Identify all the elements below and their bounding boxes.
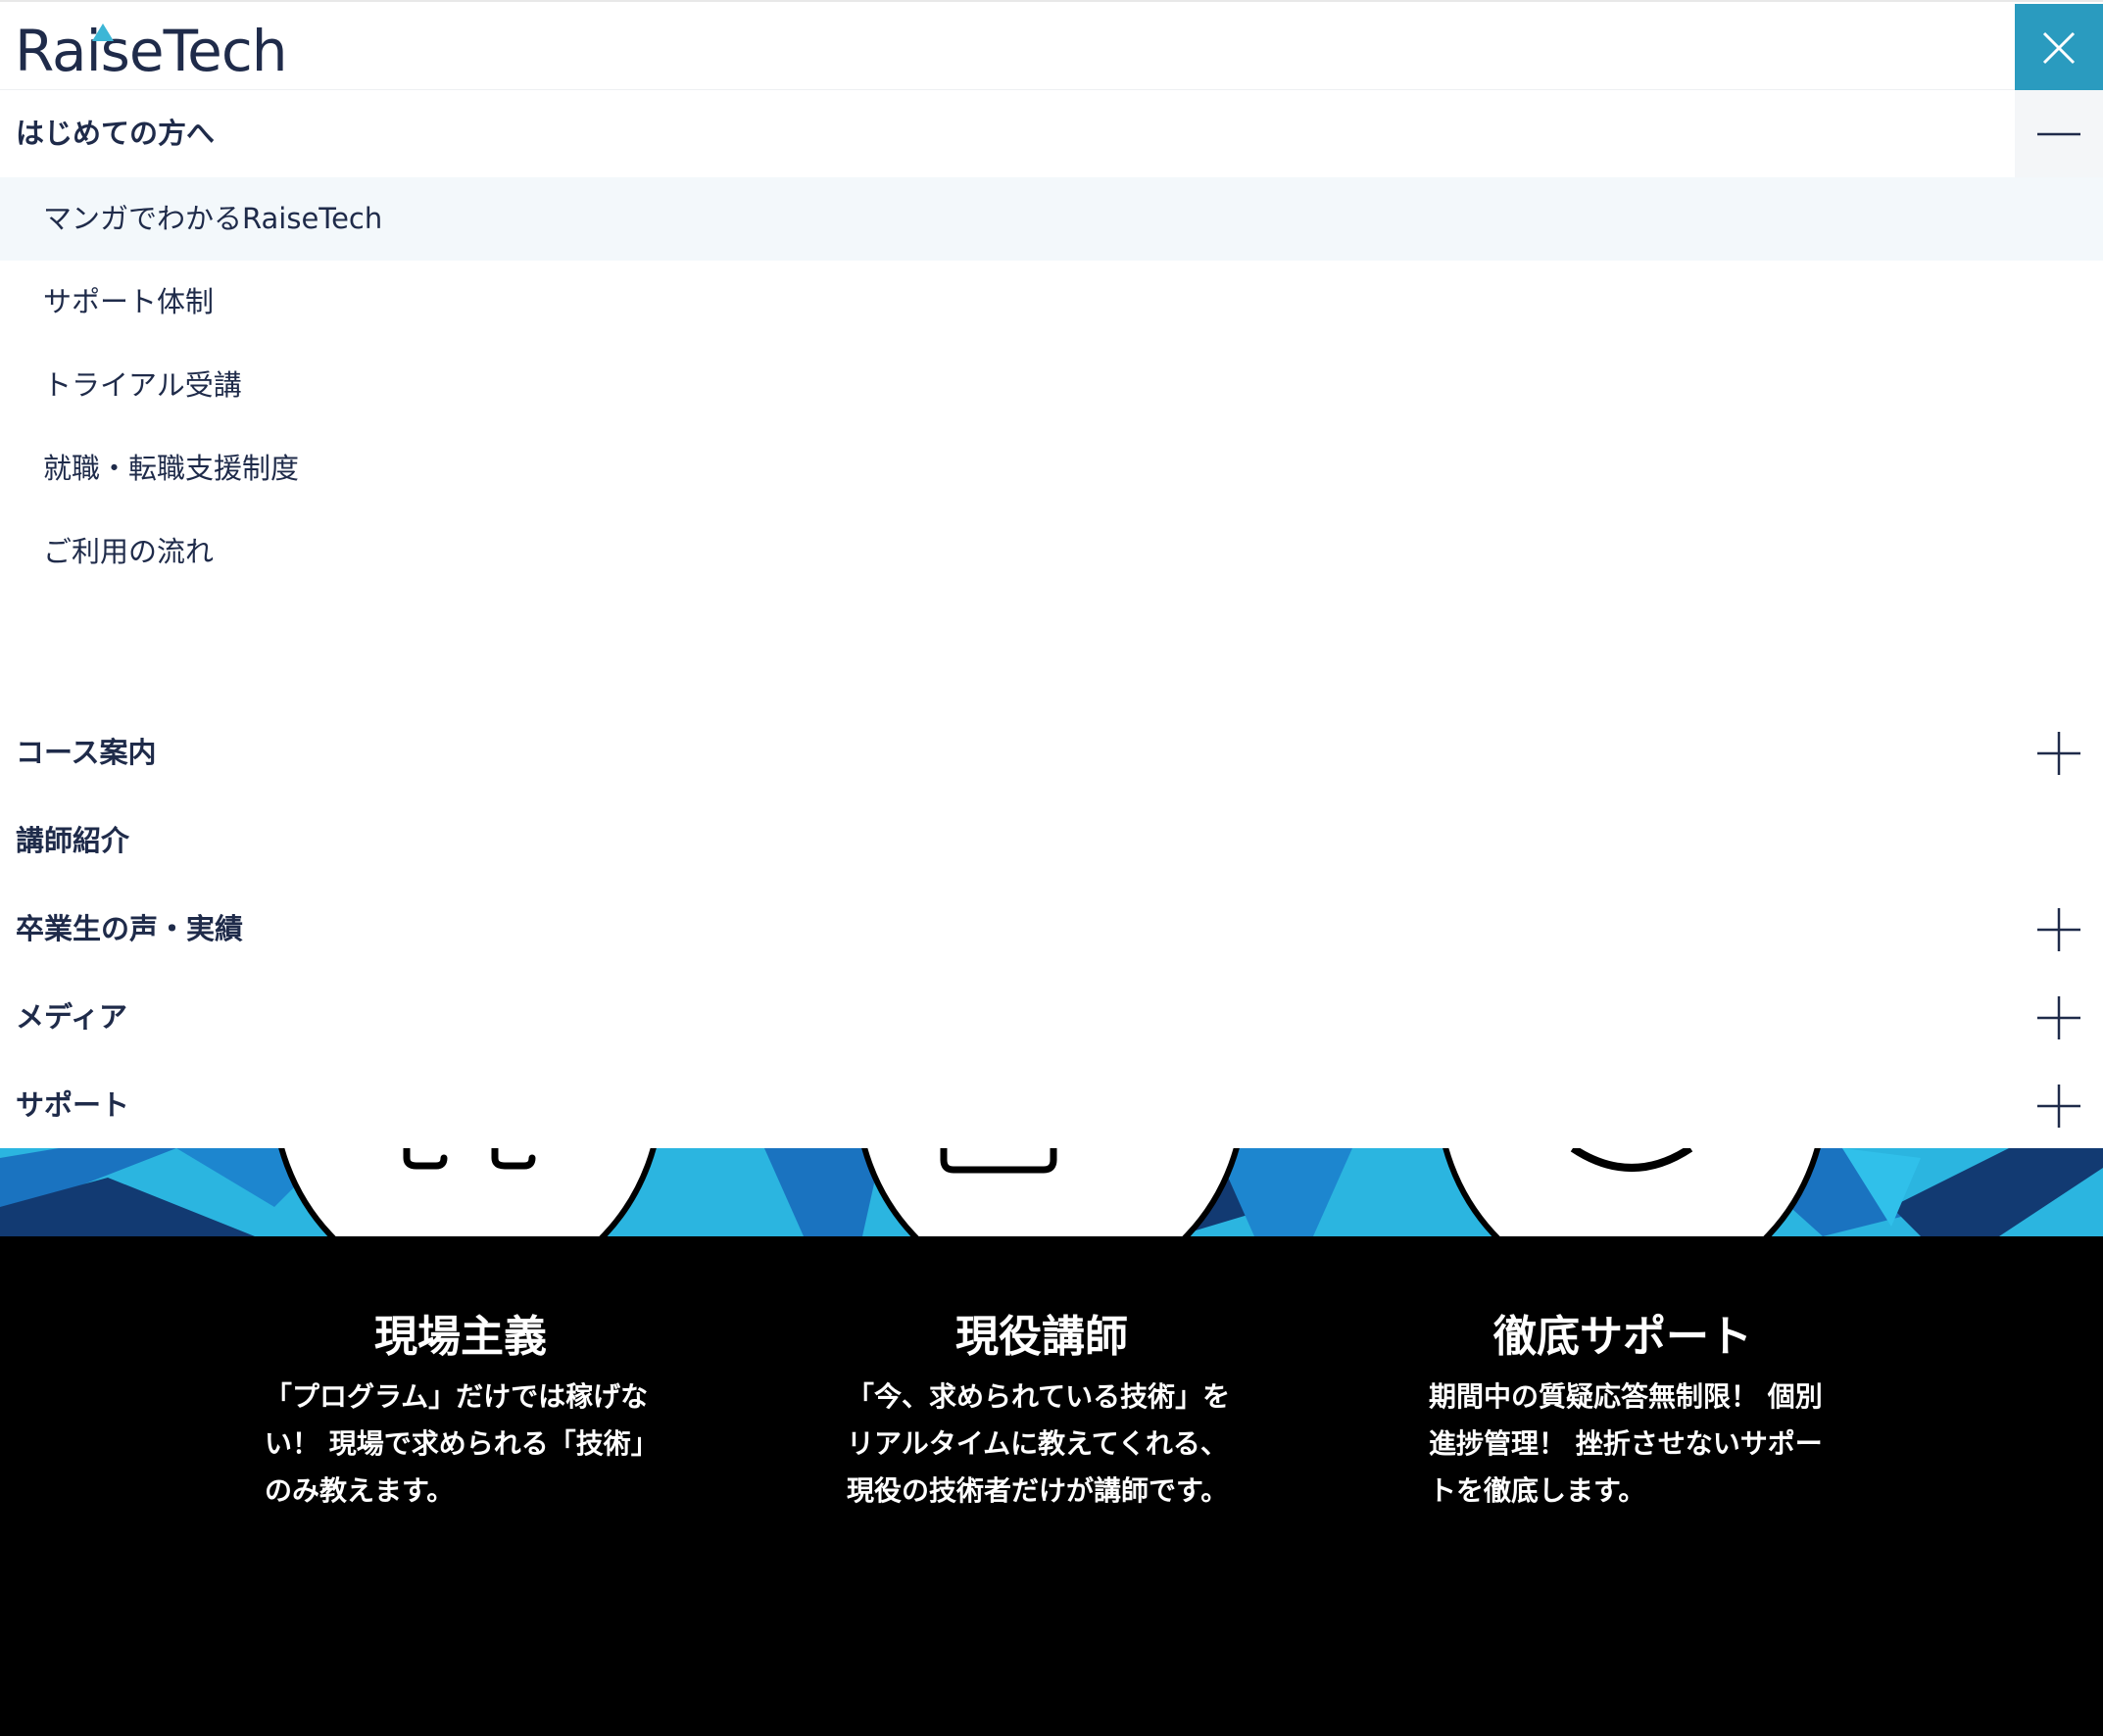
menu-section-courses[interactable]: コース案内 [0, 709, 2103, 796]
menu-section-label: コース案内 [16, 736, 157, 769]
menu-section-graduates[interactable]: 卒業生の声・実績 [0, 886, 2103, 973]
submenu-item-manga[interactable]: マンガでわかるRaiseTech [0, 177, 2103, 261]
menu-section-beginners[interactable]: はじめての方へ [0, 90, 2103, 177]
submenu-item-usage-flow[interactable]: ご利用の流れ [0, 510, 2103, 594]
submenu-item-career-support[interactable]: 就職・転職支援制度 [0, 427, 2103, 510]
feature-description: 「プログラム」だけでは稼げない！ 現場で求められる「技術」のみ教えます。 [265, 1380, 659, 1507]
feature-description: 「今、求められている技術」をリアルタイムに教えてくれる、現役の技術者だけが講師で… [847, 1380, 1231, 1507]
expand-toggle[interactable] [2015, 974, 2103, 1061]
menu-section-media[interactable]: メディア [0, 974, 2103, 1061]
feature-description: 期間中の質疑応答無制限！ 個別進捗管理！ 挫折させないサポートを徹底します。 [1429, 1380, 1823, 1507]
menu-section-label: メディア [16, 1000, 127, 1034]
menu-section-label: はじめての方へ [16, 117, 216, 150]
minus-icon [2037, 132, 2080, 135]
submenu-item-label: ご利用の流れ [43, 535, 215, 568]
submenu-item-label: トライアル受講 [43, 368, 242, 402]
menu-section-support[interactable]: サポート [0, 1062, 2103, 1149]
menu-section-label: 講師紹介 [16, 824, 130, 857]
plus-icon [2037, 907, 2080, 951]
submenu-item-label: 就職・転職支援制度 [43, 452, 300, 485]
menu-section-instructors[interactable]: 講師紹介 [0, 797, 2103, 885]
menu-section-label: サポート [16, 1088, 130, 1122]
plus-icon [2037, 995, 2080, 1039]
site-header: RaiseTech [0, 0, 2103, 92]
submenu-item-label: マンガでわかるRaiseTech [43, 202, 383, 235]
plus-icon [2037, 1084, 2080, 1128]
hero-banner [0, 1148, 2103, 1236]
features-section: 現場主義 「プログラム」だけでは稼げない！ 現場で求められる「技術」のみ教えます… [0, 1236, 2103, 1736]
expand-toggle[interactable] [2015, 886, 2103, 973]
expand-toggle[interactable] [2015, 709, 2103, 796]
nav-menu: はじめての方へ マンガでわかるRaiseTech サポート体制 トライアル受講 … [0, 90, 2103, 1148]
collapse-toggle[interactable] [2015, 90, 2103, 177]
hero-background-art [0, 1148, 2103, 1236]
submenu-item-trial[interactable]: トライアル受講 [0, 344, 2103, 427]
raisetech-logo[interactable]: RaiseTech [15, 20, 287, 82]
feature-title: 現役講師 [955, 1312, 1128, 1362]
plus-icon [2037, 731, 2080, 775]
expand-toggle[interactable] [2015, 1062, 2103, 1149]
feature-title: 徹底サポート [1493, 1312, 1752, 1362]
close-icon [2042, 31, 2076, 65]
submenu-item-label: サポート体制 [43, 285, 215, 318]
submenu-item-support-system[interactable]: サポート体制 [0, 261, 2103, 344]
menu-section-label: 卒業生の声・実績 [16, 912, 244, 945]
close-menu-button[interactable] [2015, 4, 2103, 92]
logo-text: RaiseTech [15, 18, 287, 84]
feature-title: 現場主義 [374, 1312, 547, 1362]
logo-triangle-icon [92, 24, 114, 41]
